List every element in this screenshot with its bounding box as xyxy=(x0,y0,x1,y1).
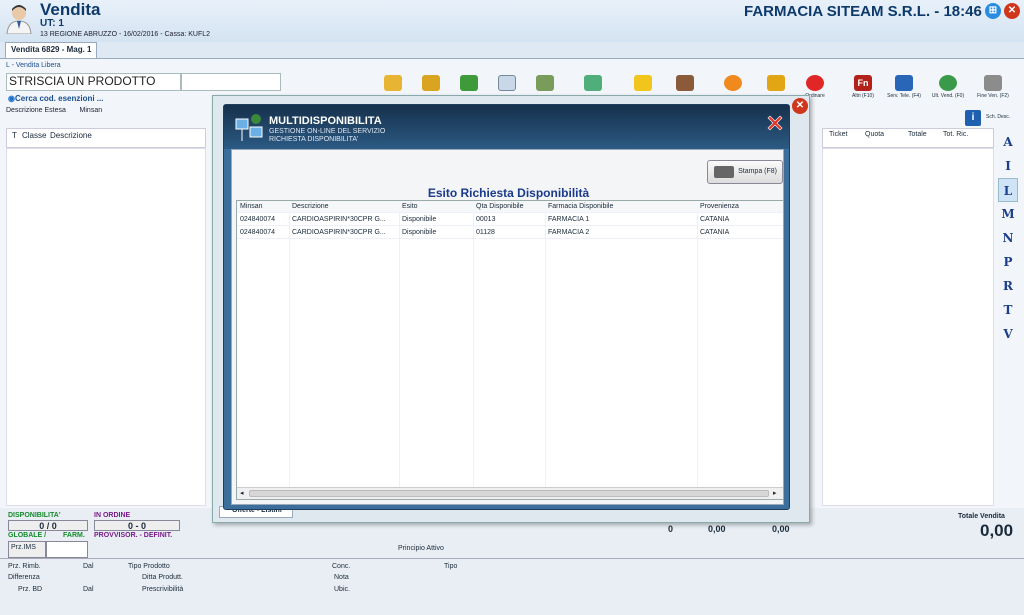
stampa-button[interactable]: Stampa (F8) xyxy=(707,160,783,184)
dialog-title: MULTIDISPONIBILITA xyxy=(269,115,382,127)
letter-m[interactable]: M xyxy=(998,202,1018,226)
letter-filter: A I L M N P R T V xyxy=(998,130,1018,346)
product-scan-input[interactable]: STRISCIA UN PRODOTTO xyxy=(6,73,181,91)
ult-vend-button[interactable]: Ult. Vend. (F0) xyxy=(930,73,966,107)
letter-r[interactable]: R xyxy=(998,274,1018,298)
prz-ims-field[interactable] xyxy=(46,541,88,558)
cerca-esenzioni-link[interactable]: ◉Cerca cod. esenzioni ... xyxy=(8,94,103,103)
letter-n[interactable]: N xyxy=(998,226,1018,250)
letter-p[interactable]: P xyxy=(998,250,1018,274)
disponibilita-value: 0 / 0 xyxy=(8,520,88,531)
grid-header-row: Minsan Descrizione Esito Qta Disponibile… xyxy=(237,201,783,213)
tab-vendita[interactable]: Vendita 6829 - Mag. 1 xyxy=(5,42,98,58)
table-row[interactable]: 024840074 CARDIOASPIRIN*30CPR G... Dispo… xyxy=(237,227,783,239)
session-info: 13 REGIONE ABRUZZO - 16/02/2016 - Cassa:… xyxy=(40,31,211,38)
network-icon xyxy=(235,114,263,141)
search-icon: ◉ xyxy=(8,94,15,103)
close-dialog-icon[interactable] xyxy=(765,113,785,133)
user-avatar-icon xyxy=(6,5,32,34)
close-app-icon[interactable]: ✕ xyxy=(1004,3,1020,19)
sale-table-body xyxy=(6,148,206,506)
letter-t[interactable]: T xyxy=(998,298,1018,322)
sale-table-header: T Classe Descrizione xyxy=(6,128,206,148)
sale-type: L - Vendita Libera xyxy=(6,62,61,69)
letter-l[interactable]: L xyxy=(998,178,1018,202)
windows-icon[interactable]: ⊞ xyxy=(985,3,1001,19)
table-row[interactable]: 024840074 CARDIOASPIRIN*30CPR G... Dispo… xyxy=(237,214,783,226)
sch-desc-button[interactable]: i Sch. Desc. xyxy=(965,110,1015,126)
info-icon: i xyxy=(965,110,981,126)
altri-button[interactable]: Fn Altri (F10) xyxy=(845,73,881,107)
company-clock: FARMACIA SITEAM S.R.L. - 18:46 xyxy=(744,3,982,20)
horizontal-scrollbar[interactable]: ◂ ▸ xyxy=(237,487,783,499)
fine-ven-button[interactable]: Fine Ven. (F2) xyxy=(975,73,1011,107)
letter-v[interactable]: V xyxy=(998,322,1018,346)
ordine-value: 0 - 0 xyxy=(94,520,180,531)
page-title: Vendita xyxy=(40,0,101,19)
totals-header: Ticket Quota Totale Tot. Ric. xyxy=(822,128,994,148)
dialog-body: Stampa (F8) Esito Richiesta Disponibilit… xyxy=(231,149,784,505)
multidisponibilita-dialog: MULTIDISPONIBILITA GESTIONE ON-LINE DEL … xyxy=(223,104,790,510)
close-panel-icon[interactable]: ✕ xyxy=(792,98,808,114)
totals-body xyxy=(822,148,994,506)
prz-ims-label: Prz.IMS xyxy=(8,541,46,558)
bottom-divider xyxy=(0,558,1024,559)
availability-grid: Minsan Descrizione Esito Qta Disponibile… xyxy=(236,200,784,500)
dialog-header: MULTIDISPONIBILITA GESTIONE ON-LINE DEL … xyxy=(224,105,789,149)
desc-columns: Descrizione Estesa Minsan xyxy=(6,107,103,114)
esito-heading: Esito Richiesta Disponibilità xyxy=(427,186,590,200)
product-extra-input[interactable] xyxy=(181,73,281,91)
totale-vendita-value: 0,00 xyxy=(980,521,1014,540)
letter-i[interactable]: I xyxy=(998,154,1018,178)
dialog-subtitle: GESTIONE ON-LINE DEL SERVIZIO RICHIESTA D… xyxy=(269,128,386,143)
bottom-panel: DISPONIBILITA' IN ORDINE 0 / 0 0 - 0 GLO… xyxy=(0,508,1024,615)
user-id: UT: 1 xyxy=(40,18,64,29)
letter-a[interactable]: A xyxy=(998,130,1018,154)
serv-tele-button[interactable]: Serv. Tele. (F4) xyxy=(886,73,922,107)
printer-icon xyxy=(714,166,734,178)
